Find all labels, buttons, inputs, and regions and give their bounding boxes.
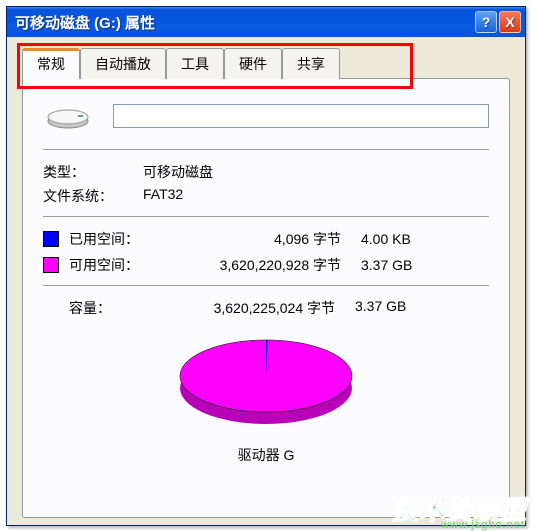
used-label: 已用空间： bbox=[69, 229, 169, 249]
free-human: 3.37 GB bbox=[349, 257, 439, 273]
tab-label: 工具 bbox=[181, 56, 209, 72]
filesystem-label: 文件系统： bbox=[43, 186, 143, 206]
tab-tools[interactable]: 工具 bbox=[166, 48, 224, 79]
capacity-bytes: 3,620,225,024 字节 bbox=[169, 298, 343, 318]
tab-hardware[interactable]: 硬件 bbox=[224, 48, 282, 79]
used-swatch-icon bbox=[43, 231, 59, 247]
free-bytes: 3,620,220,928 字节 bbox=[169, 255, 349, 275]
pie-chart: 驱动器 G bbox=[43, 326, 489, 465]
help-icon: ? bbox=[482, 14, 491, 30]
capacity-row: 容量： 3,620,225,024 字节 3.37 GB bbox=[69, 298, 489, 318]
volume-label-input[interactable] bbox=[113, 104, 489, 128]
free-swatch-icon bbox=[43, 257, 59, 273]
type-value: 可移动磁盘 bbox=[143, 162, 489, 182]
capacity-label: 容量： bbox=[69, 298, 169, 318]
properties-window: 可移动磁盘 (G:) 属性 ? X 常规 自动播放 工具 硬件 共享 bbox=[6, 6, 526, 526]
general-panel: 类型： 可移动磁盘 文件系统： FAT32 已用空间： 4,096 字节 4.0… bbox=[22, 78, 510, 518]
tab-label: 自动播放 bbox=[95, 56, 151, 72]
close-icon: X bbox=[505, 14, 514, 30]
separator bbox=[43, 216, 489, 217]
separator bbox=[43, 149, 489, 150]
used-bytes: 4,096 字节 bbox=[169, 229, 349, 249]
content-area: 常规 自动播放 工具 硬件 共享 类型： bbox=[10, 37, 522, 522]
tab-general[interactable]: 常规 bbox=[22, 48, 80, 79]
tab-label: 共享 bbox=[297, 56, 325, 72]
tab-label: 硬件 bbox=[239, 56, 267, 72]
drive-icon bbox=[43, 101, 93, 131]
space-table: 已用空间： 4,096 字节 4.00 KB 可用空间： 3,620,220,9… bbox=[43, 229, 489, 275]
separator bbox=[43, 285, 489, 286]
close-button[interactable]: X bbox=[499, 11, 521, 33]
capacity-human: 3.37 GB bbox=[343, 298, 433, 318]
type-label: 类型： bbox=[43, 162, 143, 182]
help-button[interactable]: ? bbox=[475, 11, 497, 33]
pie-label: 驱动器 G bbox=[43, 445, 489, 465]
tab-row: 常规 自动播放 工具 硬件 共享 bbox=[22, 47, 510, 78]
titlebar[interactable]: 可移动磁盘 (G:) 属性 ? X bbox=[7, 7, 525, 37]
tab-sharing[interactable]: 共享 bbox=[282, 48, 340, 79]
used-space-row: 已用空间： 4,096 字节 4.00 KB bbox=[43, 229, 489, 249]
tab-autoplay[interactable]: 自动播放 bbox=[80, 48, 166, 79]
filesystem-value: FAT32 bbox=[143, 186, 489, 206]
free-label: 可用空间： bbox=[69, 255, 169, 275]
used-human: 4.00 KB bbox=[349, 231, 439, 247]
window-title: 可移动磁盘 (G:) 属性 bbox=[15, 12, 473, 33]
tab-label: 常规 bbox=[37, 56, 65, 72]
free-space-row: 可用空间： 3,620,220,928 字节 3.37 GB bbox=[43, 255, 489, 275]
